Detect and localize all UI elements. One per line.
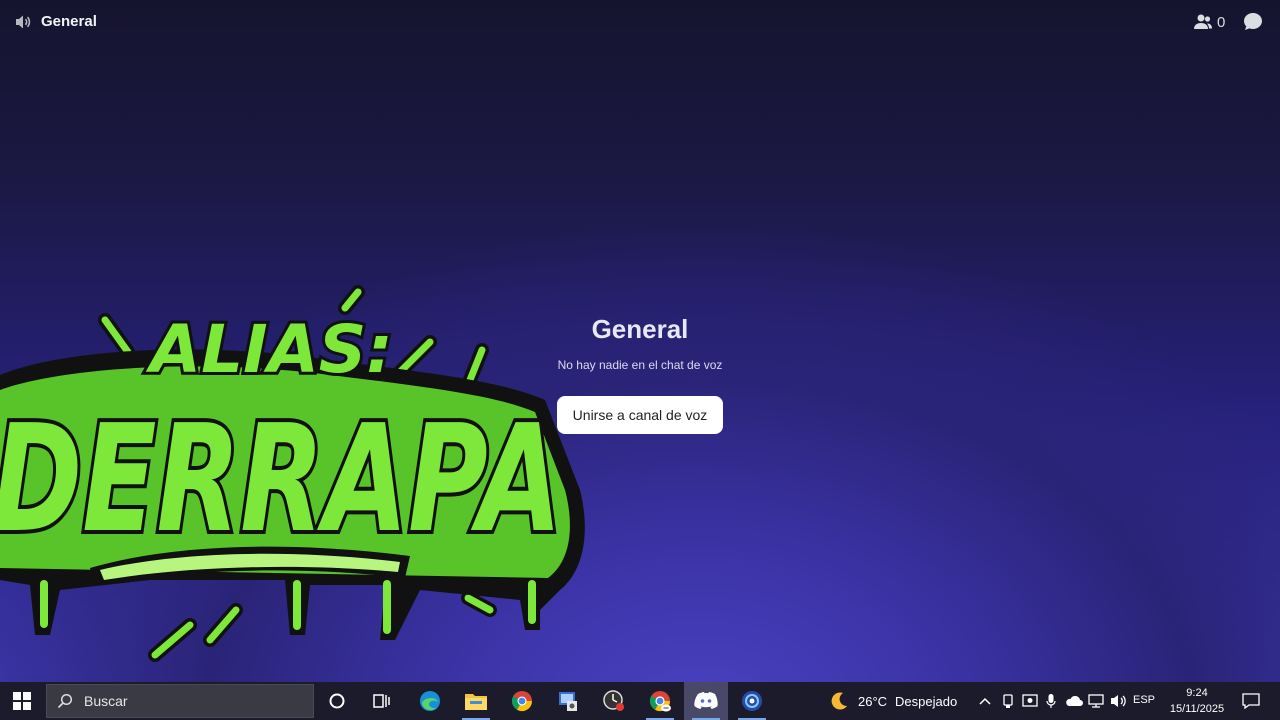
members-icon: [1194, 14, 1212, 29]
notification-center-button[interactable]: [1236, 682, 1266, 720]
cortana-button[interactable]: [315, 682, 359, 720]
network-tray[interactable]: [1086, 682, 1106, 720]
browser-app-icon: [742, 691, 762, 711]
network-icon: [1088, 694, 1104, 708]
file-explorer-icon: [465, 694, 487, 710]
control-panel-icon: [559, 692, 577, 711]
volume-icon: [1111, 695, 1126, 707]
browser-app[interactable]: [730, 682, 774, 720]
notification-icon: [1242, 693, 1260, 709]
taskbar-clock[interactable]: 9:24 15/11/2025: [1164, 685, 1230, 717]
usb-icon: [1003, 694, 1013, 708]
chrome-app[interactable]: [500, 682, 544, 720]
weather-condition: Despejado: [895, 693, 958, 709]
clock-app[interactable]: [592, 682, 636, 720]
input-language[interactable]: ESP: [1133, 694, 1155, 706]
tray-item-1[interactable]: [998, 682, 1018, 720]
monitor-app-icon: [1022, 694, 1038, 707]
channel-title: General: [41, 13, 97, 30]
chrome-icon: [511, 691, 533, 712]
volume-tray[interactable]: [1108, 682, 1130, 720]
chrome-profile-app[interactable]: [638, 682, 682, 720]
start-button[interactable]: [0, 682, 44, 720]
chrome-profile-icon: [649, 691, 671, 712]
windows-taskbar: Buscar 26°C Despejado ESP 9:24 15/11/202…: [0, 682, 1280, 720]
onedrive-tray[interactable]: [1064, 682, 1084, 720]
taskbar-search[interactable]: Buscar: [46, 684, 314, 718]
edge-app[interactable]: [408, 682, 452, 720]
channel-header: General 0: [0, 0, 1280, 44]
search-icon: [57, 693, 73, 709]
clock-app-icon: [603, 690, 624, 711]
control-panel-app[interactable]: [546, 682, 590, 720]
chevron-up-icon: [979, 697, 991, 705]
task-view-icon: [373, 694, 390, 708]
voice-channel-stage: General 0 General No hay nadie en el cha…: [0, 0, 1280, 682]
members-button[interactable]: 0: [1193, 11, 1233, 33]
moon-icon: [831, 692, 847, 710]
microphone-tray[interactable]: [1042, 682, 1060, 720]
cortana-icon: [329, 693, 345, 709]
logo-line-2: DERRAPA: [0, 393, 562, 565]
member-count: 0: [1217, 13, 1226, 31]
discord-icon: [694, 692, 718, 709]
task-view-button[interactable]: [360, 682, 404, 720]
weather-temp: 26°C: [858, 693, 888, 709]
tray-item-2[interactable]: [1020, 682, 1040, 720]
alias-derrapa-logo: ALIAS: DERRAPA: [0, 285, 585, 662]
show-hidden-icons-button[interactable]: [976, 682, 994, 720]
weather-widget[interactable]: 26°C Despejado: [828, 682, 957, 720]
clock-time: 9:24: [1186, 687, 1208, 699]
windows-logo-icon: [13, 692, 31, 710]
logo-line-1: ALIAS:: [145, 311, 393, 388]
file-explorer-app[interactable]: [454, 682, 498, 720]
microphone-icon: [1046, 694, 1056, 708]
cloud-icon: [1066, 695, 1083, 706]
search-placeholder: Buscar: [84, 693, 128, 709]
chat-icon[interactable]: [1242, 11, 1264, 33]
edge-icon: [420, 691, 440, 711]
discord-app[interactable]: [684, 682, 728, 720]
clock-date: 15/11/2025: [1169, 703, 1225, 715]
speaker-icon: [16, 15, 31, 29]
